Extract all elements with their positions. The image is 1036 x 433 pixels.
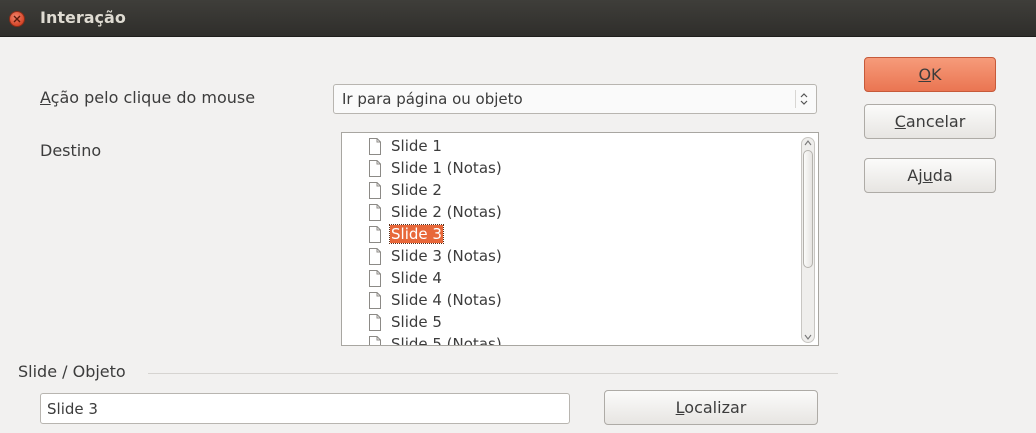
document-icon (369, 138, 381, 155)
find-button[interactable]: Localizar (604, 390, 818, 425)
document-icon (369, 160, 381, 177)
document-icon (369, 292, 381, 309)
slide-object-label: Slide / Objeto (18, 362, 126, 381)
target-list[interactable]: Slide 1 Slide 1 (Notas) Slide 2 Slide 2 (No… (341, 132, 819, 346)
document-icon (369, 336, 381, 345)
document-icon (369, 270, 381, 287)
close-window-button[interactable] (9, 11, 25, 27)
list-item-label: Slide 2 (391, 181, 442, 199)
document-icon (369, 182, 381, 199)
select-spinner-icon (795, 90, 811, 108)
document-icon (369, 314, 381, 331)
document-icon (369, 226, 381, 243)
list-item-label: Slide 1 (Notas) (391, 159, 502, 177)
target-list-scrollbar[interactable] (801, 137, 815, 343)
slide-object-field[interactable] (41, 394, 569, 423)
action-label: Ação pelo clique do mouse (40, 88, 256, 107)
list-item-label: Slide 3 (Notas) (391, 247, 502, 265)
ok-button[interactable]: OK (864, 57, 996, 92)
help-button[interactable]: Ajuda (864, 158, 996, 193)
action-select-value: Ir para página ou objeto (342, 90, 523, 108)
close-icon (13, 15, 21, 23)
scroll-up-icon[interactable] (804, 140, 812, 146)
target-label: Destino (40, 141, 102, 160)
action-select[interactable]: Ir para página ou objeto (333, 84, 817, 114)
list-item-label: Slide 3 (389, 224, 444, 244)
slide-object-input[interactable] (40, 393, 570, 424)
scrollbar-thumb[interactable] (803, 150, 813, 268)
list-item-label: Slide 4 (391, 269, 442, 287)
scroll-down-icon[interactable] (804, 334, 812, 340)
list-item-label: Slide 2 (Notas) (391, 203, 502, 221)
document-icon (369, 204, 381, 221)
list-item-label: Slide 4 (Notas) (391, 291, 502, 309)
title-bar: Interação (0, 0, 1036, 37)
window-title: Interação (40, 8, 126, 27)
list-item-label: Slide 5 (391, 313, 442, 331)
list-item-label: Slide 1 (391, 137, 442, 155)
section-divider (148, 373, 838, 374)
list-item-label: Slide 5 (Notas) (391, 335, 502, 346)
document-icon (369, 248, 381, 265)
cancel-button[interactable]: Cancelar (864, 104, 996, 139)
